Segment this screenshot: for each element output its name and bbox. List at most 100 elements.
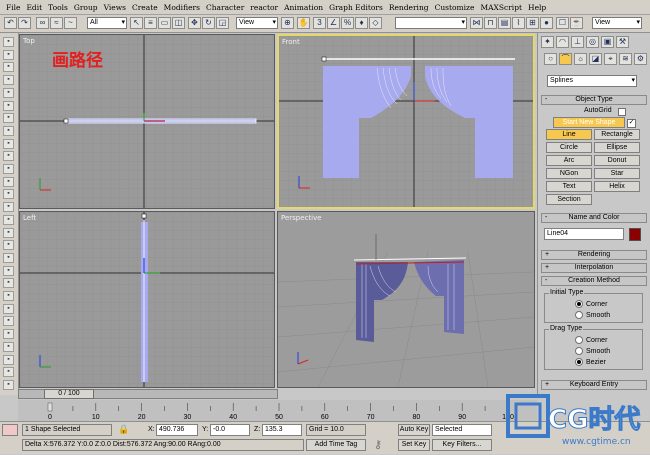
percent-snap-icon[interactable]: % xyxy=(341,17,354,29)
curve-icon[interactable]: ▪ xyxy=(3,341,14,352)
quick-render-icon[interactable]: ☕ xyxy=(570,17,583,29)
utilities-tab-icon[interactable]: ⚒ xyxy=(616,36,629,48)
z-coordinate-input[interactable]: 135.3 xyxy=(262,424,302,436)
lights-icon[interactable]: ☼ xyxy=(574,53,587,65)
time-slider-thumb[interactable]: 0 / 100 xyxy=(44,389,94,399)
select-rotate-icon[interactable]: ↻ xyxy=(202,17,215,29)
start-new-shape-checkbox[interactable]: ✓ xyxy=(627,119,636,128)
viewport-label-perspective[interactable]: Perspective xyxy=(281,214,322,222)
menu-group[interactable]: Group xyxy=(74,3,98,12)
helpers-icon[interactable]: ⌖ xyxy=(604,53,617,65)
creation-method-rollout[interactable]: - Creation Method xyxy=(541,276,647,286)
shapes-icon[interactable]: ⌒ xyxy=(559,53,572,65)
squash-icon[interactable]: ▪ xyxy=(3,138,14,149)
array-icon[interactable]: ▪ xyxy=(3,214,14,225)
viewport-front[interactable]: Front xyxy=(277,34,535,209)
menu-create[interactable]: Create xyxy=(132,3,158,12)
unlink-icon[interactable]: ▪ xyxy=(3,176,14,187)
link-icon[interactable]: ∞ xyxy=(36,17,49,29)
section-button[interactable]: Section xyxy=(546,194,592,205)
viewport-label-front[interactable]: Front xyxy=(282,38,300,46)
name-color-rollout[interactable]: - Name and Color xyxy=(541,213,647,223)
set-key-button[interactable]: Set Key xyxy=(398,439,430,451)
unlink-icon[interactable]: ≈ xyxy=(50,17,63,29)
spinner-snap-icon[interactable]: ♦ xyxy=(355,17,368,29)
drag-type-corner-radio[interactable]: Corner xyxy=(575,336,607,344)
key-icon[interactable]: ⚷ xyxy=(374,438,382,451)
arc-button[interactable]: Arc xyxy=(546,155,592,166)
ngon-button[interactable]: NGon xyxy=(546,168,592,179)
spacing-icon[interactable]: ▪ xyxy=(3,278,14,289)
menu-rendering[interactable]: Rendering xyxy=(389,3,429,12)
rotate-icon[interactable]: ▪ xyxy=(3,113,14,124)
angle-snap-icon[interactable]: ∠ xyxy=(327,17,340,29)
interpolation-rollout[interactable]: + Interpolation xyxy=(541,263,647,273)
select-object-icon[interactable]: ↖ xyxy=(130,17,143,29)
geometry-icon[interactable]: ○ xyxy=(544,53,557,65)
window-crossing-icon[interactable]: ◫ xyxy=(172,17,185,29)
undo-history-icon[interactable]: ▪ xyxy=(3,37,14,47)
menu-maxscript[interactable]: MAXScript xyxy=(480,3,522,12)
rendering-rollout[interactable]: + Rendering xyxy=(541,250,647,260)
cameras-icon[interactable]: ◪ xyxy=(589,53,602,65)
key-mode-dropdown[interactable]: Selected xyxy=(432,424,492,436)
reference-coordinate-dropdown[interactable]: View xyxy=(236,17,278,29)
menu-customize[interactable]: Customize xyxy=(435,3,475,12)
menu-reactor[interactable]: reactor xyxy=(250,3,278,12)
circle-button[interactable]: Circle xyxy=(546,142,592,153)
drag-type-bezier-radio[interactable]: Bezier xyxy=(575,358,606,366)
time-marker[interactable] xyxy=(47,402,53,412)
key-filters-button[interactable]: Key Filters... xyxy=(432,439,492,451)
mirror-icon[interactable]: ⋈ xyxy=(470,17,483,29)
render-scene-icon[interactable]: ☐ xyxy=(556,17,569,29)
snap-icon[interactable]: ▪ xyxy=(3,189,14,200)
pivot-center-icon[interactable]: ⊕ xyxy=(281,17,294,29)
select-icon[interactable]: ▪ xyxy=(3,87,14,98)
time-slider[interactable]: 0 / 100 xyxy=(18,389,278,399)
redo-icon[interactable]: ↷ xyxy=(18,17,31,29)
select-region-icon[interactable]: ▭ xyxy=(158,17,171,29)
rectangle-button[interactable]: Rectangle xyxy=(594,129,640,140)
align-icon[interactable]: ▪ xyxy=(3,227,14,238)
scale-icon[interactable]: ▪ xyxy=(3,125,14,136)
category-dropdown[interactable]: Splines xyxy=(547,75,637,87)
bind-space-warp-icon[interactable]: ~ xyxy=(64,17,77,29)
mirror-icon[interactable]: ▪ xyxy=(3,202,14,213)
menu-tools[interactable]: Tools xyxy=(48,3,68,12)
selection-filter-dropdown[interactable]: All xyxy=(87,17,127,29)
menu-character[interactable]: Character xyxy=(206,3,244,12)
menu-modifiers[interactable]: Modifiers xyxy=(164,3,200,12)
ellipse-button[interactable]: Ellipse xyxy=(594,142,640,153)
align-camera-icon[interactable]: ▪ xyxy=(3,265,14,276)
move-icon[interactable]: ▪ xyxy=(3,100,14,111)
menu-graph-editors[interactable]: Graph Editors xyxy=(329,3,383,12)
x-coordinate-input[interactable]: 490.736 xyxy=(156,424,198,436)
material-editor-icon[interactable]: ● xyxy=(540,17,553,29)
hide-icon[interactable]: ▪ xyxy=(3,316,14,327)
select-manipulate-icon[interactable]: ✋ xyxy=(297,17,310,29)
modify-tab-icon[interactable]: ◠ xyxy=(556,36,569,48)
hierarchy-tab-icon[interactable]: ⊥ xyxy=(571,36,584,48)
select-by-name-icon[interactable]: ≡ xyxy=(144,17,157,29)
link-icon[interactable]: ▪ xyxy=(3,164,14,174)
schematic-view-icon[interactable]: ⊞ xyxy=(526,17,539,29)
undo-icon[interactable]: ↶ xyxy=(4,17,17,29)
display-tab-icon[interactable]: ▣ xyxy=(601,36,614,48)
place-highlight-icon[interactable]: ▪ xyxy=(3,252,14,263)
align-icon[interactable]: ⊓ xyxy=(484,17,497,29)
object-color-swatch[interactable] xyxy=(629,228,641,241)
add-time-tag-button[interactable]: Add Time Tag xyxy=(306,439,366,451)
donut-button[interactable]: Donut xyxy=(594,155,640,166)
render-type-dropdown[interactable]: View xyxy=(592,17,642,29)
maxscript-listener-icon[interactable] xyxy=(2,424,18,436)
select-scale-icon[interactable]: ◲ xyxy=(216,17,229,29)
edit-named-selection-icon[interactable]: ◇ xyxy=(369,17,382,29)
initial-type-corner-radio[interactable]: Corner xyxy=(575,300,607,308)
freeze-icon[interactable]: ▪ xyxy=(3,329,14,340)
dope-sheet-icon[interactable]: ▪ xyxy=(3,354,14,365)
space-warps-icon[interactable]: ≋ xyxy=(619,53,632,65)
keyboard-entry-rollout[interactable]: + Keyboard Entry xyxy=(541,380,647,390)
create-tab-icon[interactable]: ✦ xyxy=(541,36,554,48)
named-selection-dropdown[interactable] xyxy=(395,17,467,29)
normal-align-icon[interactable]: ▪ xyxy=(3,240,14,251)
